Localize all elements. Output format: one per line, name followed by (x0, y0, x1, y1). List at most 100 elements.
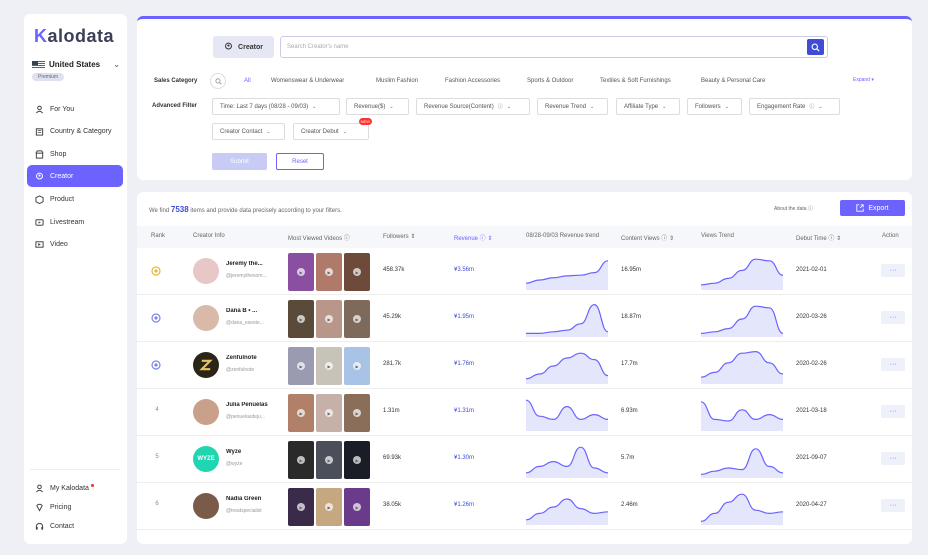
revenue-trend-filter[interactable]: Revenue Trend ⌄ (537, 98, 608, 115)
table-row[interactable]: 6 Nadia Green @treatspecialist ▶ ▶ ▶ 38.05… (137, 483, 912, 530)
creator-debut-filter[interactable]: Creator Debut ⌄ NEW (293, 118, 372, 140)
video-thumbnail[interactable]: ▶ (316, 347, 342, 385)
col-content-views[interactable]: Content Views ⓘ ⇕ (621, 233, 674, 242)
video-thumbnail[interactable]: ▶ (316, 300, 342, 338)
chevron-down-icon: ⌄ (342, 128, 347, 135)
video-thumbnail[interactable]: ▶ (288, 300, 314, 338)
filter-label: Engagement Rate (757, 103, 806, 110)
affiliate-type-filter[interactable]: Affiliate Type ⌄ (616, 98, 680, 115)
video-thumbnail[interactable]: ▶ (316, 253, 342, 291)
category-fashion-accessories[interactable]: Fashion Accessories (445, 78, 500, 84)
creator-contact-filter[interactable]: Creator Contact ⌄ (212, 123, 285, 140)
col-revenue[interactable]: Revenue ⓘ ⇕ (454, 233, 492, 242)
revenue-filter[interactable]: Revenue($) ⌄ (346, 98, 409, 115)
search-input[interactable]: Search Creator's name (280, 36, 828, 58)
category-muslim-fashion[interactable]: Muslim Fashion (376, 78, 418, 84)
video-thumbnail[interactable]: ▶ (344, 441, 370, 479)
content-views-value: 5.7m (621, 455, 635, 461)
found-suffix: items and provide data precisely accordi… (190, 208, 342, 214)
search-button[interactable] (807, 39, 824, 55)
sidebar-item-shop[interactable]: Shop (27, 143, 123, 165)
play-icon: ▶ (353, 503, 361, 511)
table-row[interactable]: 4 Julia Penuelas @penuelasdeju... ▶ ▶ ▶ 1.… (137, 389, 912, 436)
col-debut-time[interactable]: Debut Time ⓘ ⇕ (796, 233, 841, 242)
row-action-button[interactable]: ··· (881, 405, 905, 418)
category-textiles[interactable]: Textiles & Soft Furnishings (600, 78, 671, 84)
rank-medal-icon (151, 313, 161, 323)
sidebar-item-product[interactable]: Product (27, 188, 123, 210)
export-button[interactable]: Export (840, 200, 905, 216)
most-viewed-videos: ▶ ▶ ▶ (288, 300, 370, 338)
video-thumbnail[interactable]: ▶ (316, 488, 342, 526)
row-action-button[interactable]: ··· (881, 264, 905, 277)
sidebar-item-creator[interactable]: Creator (27, 165, 123, 187)
video-thumbnail[interactable]: ▶ (288, 441, 314, 479)
found-prefix: We find (149, 208, 170, 214)
revenue-trend-sparkline (526, 399, 608, 431)
row-action-button[interactable]: ··· (881, 499, 905, 512)
video-thumbnail[interactable]: ▶ (288, 488, 314, 526)
video-thumbnail[interactable]: ▶ (316, 441, 342, 479)
table-row[interactable]: Dana B • ... @dana_eseste... ▶ ▶ ▶ 45.29k … (137, 295, 912, 342)
category-search-button[interactable] (210, 73, 226, 89)
table-row[interactable]: Jeremy the... @jeremythesom... ▶ ▶ ▶ 458.3… (137, 248, 912, 295)
info-icon: ⓘ (661, 236, 668, 242)
col-label: Debut Time (796, 236, 827, 242)
col-most-viewed[interactable]: Most Viewed Videos ⓘ (288, 233, 350, 242)
creator-tab[interactable]: Creator (213, 36, 274, 58)
expand-button[interactable]: Expand ▾ (853, 77, 874, 83)
wyze-logo-icon: WYZE (197, 456, 215, 462)
avatar[interactable] (193, 352, 219, 378)
sidebar-item-country-category[interactable]: Country & Category (27, 120, 123, 142)
category-sports-outdoor[interactable]: Sports & Outdoor (527, 78, 573, 84)
category-beauty[interactable]: Beauty & Personal Care (701, 78, 765, 84)
table-row[interactable]: Zenfulnote @zenfulnote ▶ ▶ ▶ 281.7k ¥1.76m… (137, 342, 912, 389)
row-action-button[interactable]: ··· (881, 358, 905, 371)
revenue-source-filter[interactable]: Revenue Source(Content) ⓘ ⌄ (416, 98, 530, 115)
debut-time-value: 2020-02-26 (796, 361, 827, 367)
debut-time-value: 2020-04-27 (796, 502, 827, 508)
category-all[interactable]: All (244, 78, 251, 84)
video-thumbnail[interactable]: ▶ (288, 394, 314, 432)
sidebar-item-livestream[interactable]: Livestream (27, 211, 123, 233)
time-filter[interactable]: Time: Last 7 days (08/28 - 09/03) ⌄ (212, 98, 340, 115)
sidebar-item-video[interactable]: Video (27, 233, 123, 255)
avatar[interactable] (193, 258, 219, 284)
person-icon (35, 484, 44, 493)
reset-button[interactable]: Reset (276, 153, 324, 170)
sparkline-area (526, 304, 608, 337)
chevron-down-icon: ⌄ (266, 128, 271, 135)
video-thumbnail[interactable]: ▶ (288, 347, 314, 385)
row-action-button[interactable]: ··· (881, 452, 905, 465)
chevron-down-icon: ⌄ (590, 103, 595, 110)
table-header: Rank Creator Info Most Viewed Videos ⓘ F… (137, 226, 912, 248)
video-thumbnail[interactable]: ▶ (344, 253, 370, 291)
video-thumbnail[interactable]: ▶ (344, 394, 370, 432)
col-followers[interactable]: Followers ⇕ (383, 233, 415, 240)
video-thumbnail[interactable]: ▶ (288, 253, 314, 291)
col-revenue-trend: 08/28-09/03 Revenue trend (526, 233, 600, 239)
avatar[interactable]: WYZE (193, 446, 219, 472)
video-thumbnail[interactable]: ▶ (344, 488, 370, 526)
followers-filter[interactable]: Followers ⌄ (687, 98, 742, 115)
followers-value: 281.7k (383, 361, 402, 367)
sidebar-item-for-you[interactable]: For You (27, 98, 123, 120)
about-label: About the data (774, 206, 807, 212)
engagement-rate-filter[interactable]: Engagement Rate ⓘ ⌄ (749, 98, 840, 115)
about-data-link[interactable]: About the data ⓘ (774, 205, 813, 212)
avatar[interactable] (193, 305, 219, 331)
video-thumbnail[interactable]: ▶ (316, 394, 342, 432)
kalodata-logo[interactable]: Kalodata (34, 26, 114, 47)
row-action-button[interactable]: ··· (881, 311, 905, 324)
category-womenswear[interactable]: Womenswear & Underwear (271, 78, 344, 84)
video-thumbnail[interactable]: ▶ (344, 300, 370, 338)
video-thumbnail[interactable]: ▶ (344, 347, 370, 385)
avatar[interactable] (193, 493, 219, 519)
avatar[interactable] (193, 399, 219, 425)
content-views-value: 6.93m (621, 408, 638, 414)
info-icon: ⓘ (807, 206, 813, 212)
region-selector[interactable]: United States ⌄ (32, 60, 120, 69)
table-row[interactable]: 5 WYZE Wyze @wyze ▶ ▶ ▶ 69.93k ¥1.30m 5.7m … (137, 436, 912, 483)
sidebar-item-contact[interactable]: Contact (27, 515, 123, 537)
submit-button[interactable]: Submit (212, 153, 267, 170)
